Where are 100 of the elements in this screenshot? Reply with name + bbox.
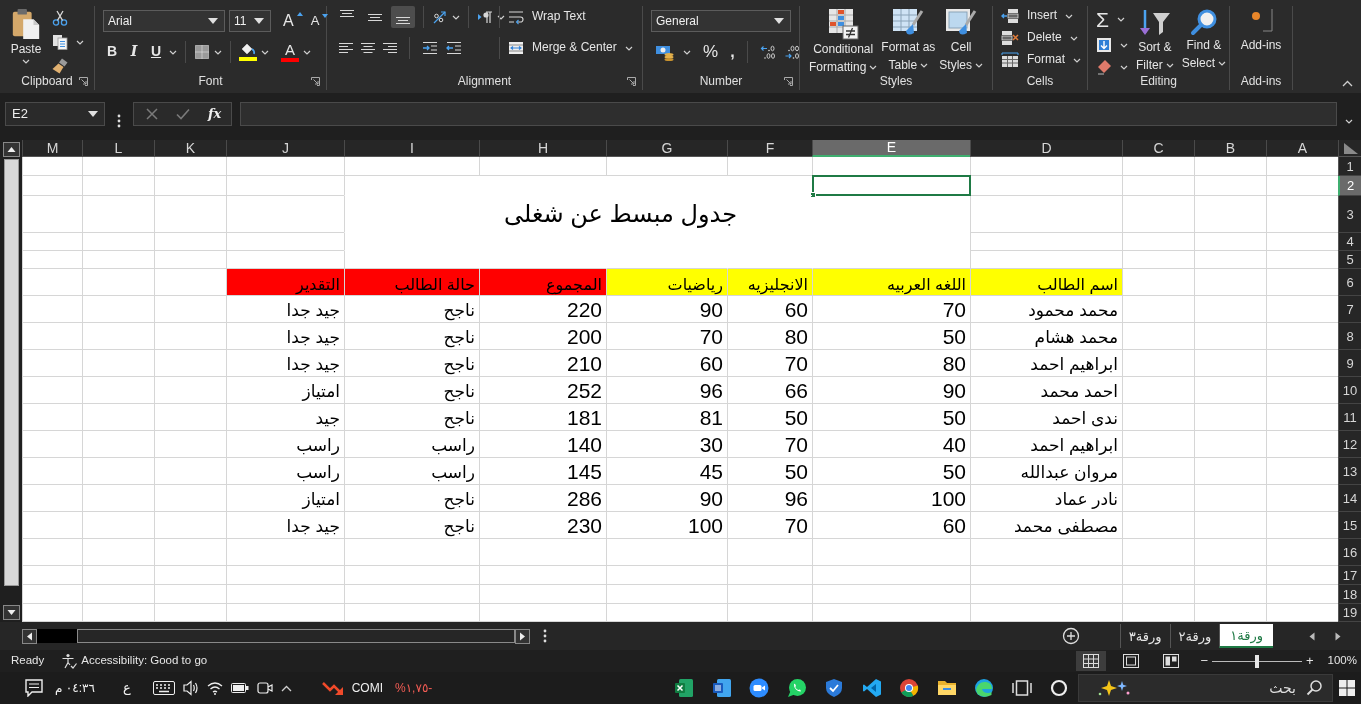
format-button[interactable]: Format: [1001, 52, 1065, 68]
row-header[interactable]: 1: [1338, 157, 1361, 176]
row-header[interactable]: 3: [1338, 196, 1361, 233]
row-header[interactable]: 19: [1338, 604, 1361, 622]
left-arrow-lines-icon[interactable]: [446, 42, 462, 54]
row-header[interactable]: 2: [1338, 176, 1361, 196]
align-right-icon[interactable]: [383, 43, 397, 53]
italic-button[interactable]: I: [125, 44, 143, 60]
row-header[interactable]: 8: [1338, 323, 1361, 350]
cancel-icon[interactable]: [146, 108, 158, 120]
document-icon[interactable]: [711, 678, 732, 698]
browser-icon[interactable]: [899, 678, 920, 698]
task-view-icon[interactable]: [1011, 678, 1032, 698]
name-box[interactable]: E2: [5, 102, 105, 126]
row-header[interactable]: 18: [1338, 585, 1361, 604]
percent-button[interactable]: %: [703, 42, 719, 62]
shield-icon[interactable]: [824, 678, 845, 698]
scroll-down-icon[interactable]: [2, 605, 20, 620]
down-arrow-square-icon[interactable]: [1096, 37, 1112, 54]
chevron-down-icon[interactable]: [1120, 64, 1128, 70]
row-header[interactable]: 7: [1338, 296, 1361, 323]
comma-style-button[interactable]: ,: [730, 43, 735, 61]
search-icon[interactable]: [1306, 680, 1322, 696]
bold-button[interactable]: B: [103, 44, 121, 60]
right-arrow-lines-icon[interactable]: [422, 42, 438, 54]
chevron-down-icon[interactable]: [214, 49, 222, 55]
zoom-level[interactable]: 100%: [1327, 652, 1357, 670]
battery-icon[interactable]: [230, 682, 249, 694]
delete-button[interactable]: Delete: [1001, 30, 1062, 46]
dialog-launcher-icon[interactable]: [784, 76, 793, 86]
zoom-out-button[interactable]: −: [1200, 653, 1208, 669]
scroll-left-icon[interactable]: [22, 628, 37, 644]
clock-time[interactable]: ٠٤:٣٦ م: [55, 679, 95, 697]
insert-function-button[interactable]: fx: [208, 106, 222, 122]
font-size-dropdown[interactable]: 11: [229, 10, 271, 32]
chevron-down-icon[interactable]: [452, 14, 460, 20]
right-triangle-icon[interactable]: [1335, 631, 1341, 641]
accessibility-status[interactable]: Accessibility: Good to go: [81, 652, 208, 670]
column-header[interactable]: D: [970, 140, 1122, 157]
paint-bucket-icon[interactable]: [239, 43, 257, 61]
autosum-button[interactable]: Σ: [1096, 8, 1109, 32]
chevron-down-icon[interactable]: [76, 39, 84, 45]
folder-icon[interactable]: [936, 679, 957, 697]
chevron-down-icon[interactable]: [303, 49, 311, 55]
column-header[interactable]: E: [812, 140, 970, 157]
more-icon[interactable]: [117, 114, 121, 128]
code-editor-icon[interactable]: [861, 678, 882, 698]
diagonal-arrow-icon[interactable]: [432, 9, 448, 25]
format-as-table-button[interactable]: Format as Table: [881, 6, 936, 72]
column-header[interactable]: J: [226, 140, 344, 157]
shrink-font-button[interactable]: A: [310, 13, 329, 29]
scrollbar-thumb[interactable]: [77, 629, 515, 643]
banknote-coins-icon[interactable]: [655, 43, 675, 61]
fill-handle[interactable]: [810, 192, 816, 198]
dialog-launcher-icon[interactable]: [311, 76, 320, 86]
row-header[interactable]: 13: [1338, 458, 1361, 485]
row-header[interactable]: 15: [1338, 512, 1361, 539]
stock-symbol[interactable]: COMI: [351, 679, 383, 697]
dialog-launcher-icon[interactable]: [627, 76, 636, 86]
video-call-icon[interactable]: [749, 678, 770, 698]
sheet-tab[interactable]: ورقة٢: [1169, 624, 1220, 648]
bottom-align-button[interactable]: [391, 6, 415, 28]
column-header[interactable]: L: [82, 140, 154, 157]
formula-input[interactable]: [240, 102, 1337, 126]
chevron-up-icon[interactable]: [1342, 80, 1353, 87]
column-header[interactable]: F: [727, 140, 812, 157]
chevron-down-icon[interactable]: [1073, 57, 1081, 63]
chevron-down-icon[interactable]: [1065, 13, 1073, 19]
dialog-launcher-icon[interactable]: [79, 76, 88, 86]
column-header[interactable]: B: [1194, 140, 1266, 157]
row-header[interactable]: 9: [1338, 350, 1361, 377]
chevron-down-icon[interactable]: [1345, 118, 1353, 124]
wifi-icon[interactable]: [206, 681, 223, 695]
wrap-text-button[interactable]: Wrap Text: [508, 9, 586, 25]
row-header[interactable]: 14: [1338, 485, 1361, 512]
scroll-right-icon[interactable]: [515, 628, 530, 644]
chevron-down-icon[interactable]: [169, 49, 177, 55]
search-box[interactable]: بحث: [1078, 674, 1333, 702]
insert-button[interactable]: Insert: [1001, 8, 1057, 24]
grow-font-button[interactable]: A: [283, 12, 303, 30]
circle-icon[interactable]: [1049, 678, 1070, 698]
column-header[interactable]: C: [1122, 140, 1194, 157]
column-header[interactable]: G: [606, 140, 727, 157]
left-triangle-icon[interactable]: [1309, 631, 1315, 641]
column-header[interactable]: H: [479, 140, 606, 157]
sort-filter-button[interactable]: Sort & Filter: [1136, 6, 1174, 72]
chevron-up-icon[interactable]: [280, 684, 292, 692]
eraser-icon[interactable]: [1096, 59, 1112, 76]
plus-circle-icon[interactable]: [1061, 627, 1080, 645]
chevron-down-icon[interactable]: [261, 49, 269, 55]
language-indicator[interactable]: ع: [122, 678, 131, 698]
paintbrush-icon[interactable]: [52, 58, 68, 74]
spreadsheet-icon[interactable]: [674, 678, 695, 698]
copy-icon[interactable]: [52, 34, 68, 50]
trend-down-icon[interactable]: [321, 680, 344, 696]
zoom-slider-thumb[interactable]: [1255, 654, 1259, 668]
column-header[interactable]: A: [1266, 140, 1338, 157]
right-arrow-zeros-icon[interactable]: [783, 44, 800, 60]
paste-button[interactable]: Paste: [8, 6, 44, 72]
find-select-button[interactable]: Find & Select: [1181, 6, 1227, 72]
